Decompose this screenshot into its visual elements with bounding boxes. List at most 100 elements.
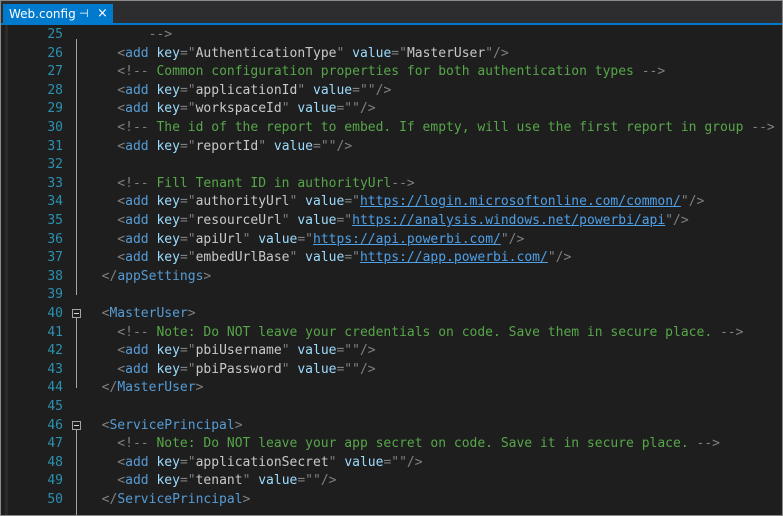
code-text: </appSettings> xyxy=(86,268,212,287)
code-line[interactable]: 46 <ServicePrincipal> xyxy=(1,417,782,436)
code-token: < xyxy=(86,82,126,98)
code-line[interactable]: 41 <!-- Note: Do NOT leave your credenti… xyxy=(1,324,782,343)
code-line[interactable]: 35 <add key="resourceUrl" value="https:/… xyxy=(1,212,782,231)
code-token: =" xyxy=(179,361,196,377)
pin-icon[interactable]: ⊣ xyxy=(79,7,89,20)
code-line[interactable]: 49 <add key="tenant" value=""/> xyxy=(1,472,782,491)
line-number: 39 xyxy=(47,287,63,303)
code-token: add xyxy=(125,343,149,359)
line-number: 43 xyxy=(47,361,63,377)
code-text: <add key="resourceUrl" value="https://an… xyxy=(86,212,688,231)
line-number: 28 xyxy=(47,82,63,98)
code-token: =" xyxy=(179,45,196,61)
code-line[interactable]: 36 <add key="apiUrl" value="https://api.… xyxy=(1,231,782,250)
code-token: <!-- xyxy=(86,436,149,452)
line-number: 48 xyxy=(47,454,63,470)
code-token: " xyxy=(281,101,298,117)
line-number: 40 xyxy=(47,306,63,321)
code-text: <!-- Note: Do NOT leave your app secret … xyxy=(86,435,720,454)
code-line[interactable]: 37 <add key="embedUrlBase" value="https:… xyxy=(1,249,782,268)
code-text: <add key="reportId" value=""/> xyxy=(86,138,352,157)
line-number: 30 xyxy=(47,120,63,135)
code-token: </ xyxy=(86,492,118,507)
code-line[interactable]: 44 </MasterUser> xyxy=(1,379,782,398)
code-token: =""/> xyxy=(383,454,423,470)
code-line[interactable]: 31 <add key="reportId" value=""/> xyxy=(1,138,782,157)
code-token: add xyxy=(125,45,149,61)
url-link[interactable]: https://login.microsoftonline.com/common… xyxy=(360,194,681,209)
line-number: 33 xyxy=(47,175,63,191)
code-line[interactable]: 32 xyxy=(1,156,782,175)
code-token: Note: Do NOT leave your credentials on c… xyxy=(148,324,720,340)
code-token: < xyxy=(86,101,126,117)
line-number: 27 xyxy=(47,64,63,80)
code-line[interactable]: 39 xyxy=(1,286,782,305)
code-text: <add key="pbiUsername" value=""/> xyxy=(86,342,376,361)
code-token: MasterUser xyxy=(117,380,196,396)
code-editor[interactable]: 25 --> 26 <add key="AuthenticationType" v… xyxy=(1,25,782,515)
code-line[interactable]: 30 <!-- The id of the report to embed. I… xyxy=(1,119,782,138)
code-line[interactable]: 38 </appSettings> xyxy=(1,268,782,287)
tab-web-config[interactable]: Web.config ⊣ × xyxy=(3,4,113,24)
code-line[interactable]: 43 <add key="pbiPassword" value=""/> xyxy=(1,361,782,380)
code-line[interactable]: 45 xyxy=(1,398,782,417)
line-number: 36 xyxy=(47,231,63,247)
code-token: add xyxy=(125,213,149,228)
code-line[interactable]: 48 <add key="applicationSecret" value=""… xyxy=(1,454,782,473)
code-line[interactable]: 50 </ServicePrincipal> xyxy=(1,491,782,510)
code-token: --> xyxy=(391,175,415,191)
line-number: 32 xyxy=(47,157,63,173)
code-line[interactable]: 25 --> xyxy=(1,26,782,45)
code-token: =" xyxy=(179,231,196,247)
code-token: < xyxy=(86,361,126,377)
code-token: =""/> xyxy=(297,473,337,489)
code-token: add xyxy=(125,82,149,98)
url-link[interactable]: https://analysis.windows.net/powerbi/api xyxy=(352,213,665,228)
code-token: value xyxy=(297,343,337,359)
code-line[interactable]: 29 <add key="workspaceId" value=""/> xyxy=(1,100,782,119)
code-token: Common configuration properties for both… xyxy=(148,64,642,80)
line-number: 47 xyxy=(47,436,63,452)
code-text: <add key="pbiPassword" value=""/> xyxy=(86,361,375,380)
code-line[interactable]: 47 <!-- Note: Do NOT leave your app secr… xyxy=(1,435,782,454)
code-token: add xyxy=(125,231,149,247)
code-token: pbiUsername xyxy=(195,343,282,359)
code-token: value xyxy=(305,194,345,210)
tab-title: Web.config xyxy=(9,7,76,21)
code-line[interactable]: 26 <add key="AuthenticationType" value="… xyxy=(1,45,782,64)
line-number: 50 xyxy=(47,492,63,507)
code-line[interactable]: 28 <add key="applicationId" value=""/> xyxy=(1,82,782,101)
code-token: ServicePrincipal xyxy=(109,417,235,433)
code-line[interactable]: 27 <!-- Common configuration properties … xyxy=(1,63,782,82)
code-token: > xyxy=(234,417,243,433)
code-token: MasterUser xyxy=(109,306,188,321)
code-token: key xyxy=(156,361,180,377)
code-token: < xyxy=(86,473,126,489)
code-token: < xyxy=(86,138,126,154)
code-token: " xyxy=(242,473,259,489)
outline-guide-masteruser xyxy=(76,318,77,389)
code-token: <!-- xyxy=(86,120,149,135)
collapse-icon[interactable] xyxy=(72,420,81,430)
code-line[interactable]: 40 <MasterUser> xyxy=(1,305,782,324)
collapse-icon[interactable] xyxy=(72,309,81,318)
url-link[interactable]: https://app.powerbi.com/ xyxy=(360,250,548,265)
url-link[interactable]: https://api.powerbi.com/ xyxy=(313,232,501,247)
line-number: 26 xyxy=(47,45,63,61)
code-line[interactable]: 34 <add key="authorityUrl" value="https:… xyxy=(1,193,782,212)
line-number: 25 xyxy=(47,27,63,42)
code-token: " xyxy=(242,231,259,247)
code-line[interactable]: 42 <add key="pbiUsername" value=""/> xyxy=(1,342,782,361)
code-line[interactable]: 33 <!-- Fill Tenant ID in authorityUrl--… xyxy=(1,175,782,194)
code-text: <add key="authorityUrl" value="https://l… xyxy=(86,193,704,212)
code-text: <!-- The id of the report to embed. If e… xyxy=(86,119,774,138)
code-text: <ServicePrincipal> xyxy=(86,417,243,436)
code-token: add xyxy=(125,361,149,377)
close-icon[interactable]: × xyxy=(97,6,108,21)
code-token: =""/> xyxy=(352,82,392,98)
code-token: =" xyxy=(179,138,196,154)
code-token: value xyxy=(297,213,337,228)
code-token: add xyxy=(125,194,149,210)
code-token: " xyxy=(258,138,274,154)
code-token: =""/> xyxy=(336,343,376,359)
